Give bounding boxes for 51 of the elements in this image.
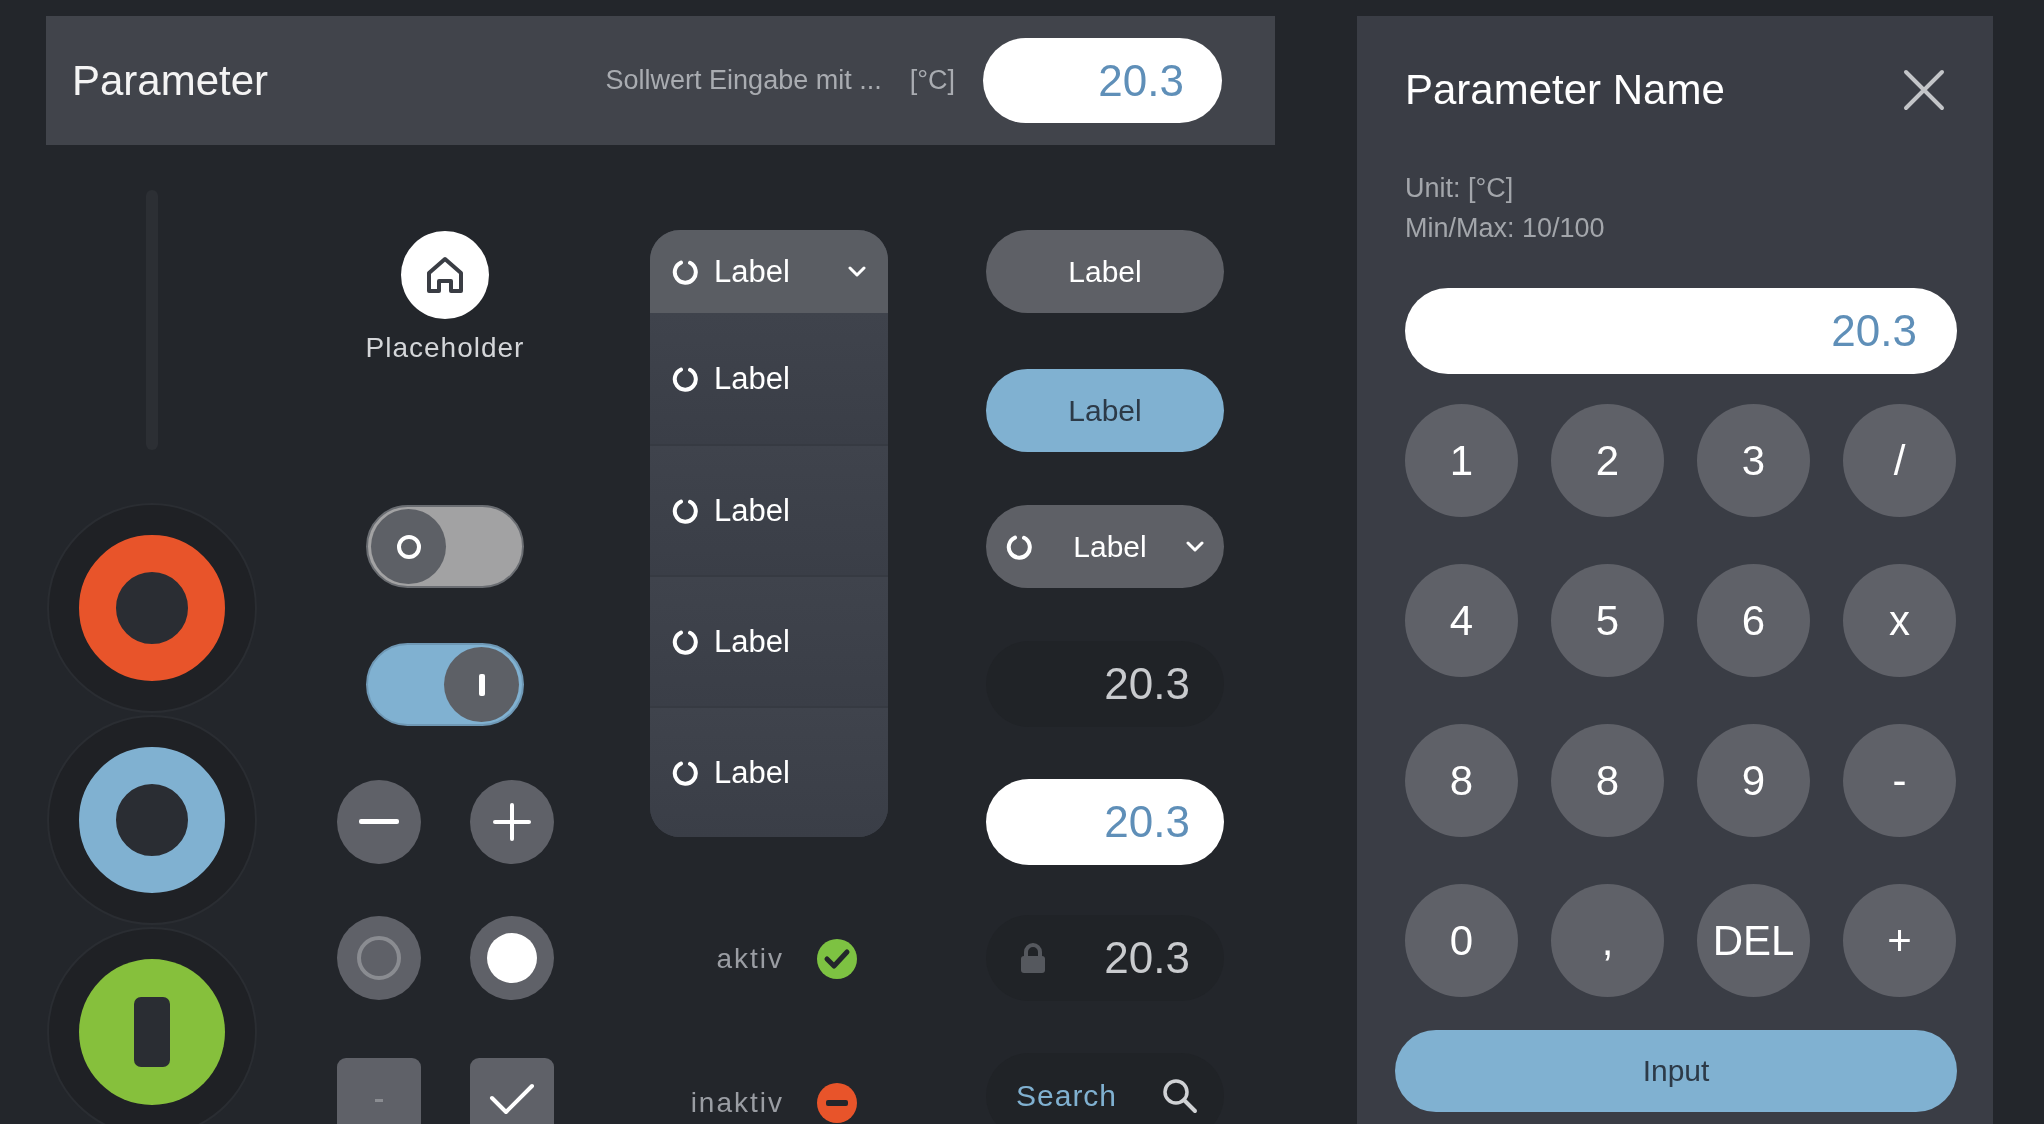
dropdown-item[interactable]: Label (650, 706, 888, 837)
value-field: 20.3 (986, 641, 1224, 727)
keypad-key[interactable]: 9 (1697, 724, 1810, 837)
keypad-key[interactable]: 6 (1697, 564, 1810, 677)
minus-icon (358, 819, 399, 825)
range-text: Min/Max: 10/100 (1405, 212, 1606, 245)
keypad-key[interactable]: 1 (1405, 404, 1518, 517)
value-field[interactable]: 20.3 (986, 779, 1224, 865)
keypad-key[interactable]: 5 (1551, 564, 1664, 677)
keypad-key[interactable]: - (1843, 724, 1956, 837)
status-label: aktiv (716, 943, 784, 975)
keypad-key[interactable]: 2 (1551, 404, 1664, 517)
keypad-key[interactable]: 8 (1405, 724, 1518, 837)
dropdown-item[interactable]: Label (650, 444, 888, 575)
keypad-key[interactable]: DEL (1697, 884, 1810, 997)
value-field[interactable]: 20.3 (1405, 288, 1957, 374)
keypad-key[interactable]: 3 (1697, 404, 1810, 517)
keypad-key[interactable]: / (1843, 404, 1956, 517)
plus-icon (492, 803, 531, 841)
keypad-key[interactable]: x (1843, 564, 1956, 677)
lock-icon (1020, 943, 1046, 973)
keypad-key[interactable]: 8 (1551, 724, 1664, 837)
unit-text: Unit: [°C] (1405, 172, 1515, 205)
label-button[interactable]: Label (986, 230, 1224, 313)
label-button[interactable]: Label (986, 369, 1224, 452)
keypad-key[interactable]: , (1551, 884, 1664, 997)
value-field[interactable]: 20.3 (983, 38, 1222, 123)
page-title: Parameter (72, 56, 270, 105)
home-label: Placeholder (365, 331, 525, 365)
close-icon (1903, 69, 1945, 111)
field-description: Sollwert Eingabe mit ... (605, 65, 882, 96)
checkbox[interactable] (469, 1058, 554, 1124)
select-button[interactable]: Label (986, 505, 1224, 588)
status-label: inaktiv (690, 1087, 784, 1119)
search-icon[interactable] (1162, 1078, 1198, 1114)
dropdown-item[interactable]: Label (650, 575, 888, 706)
keypad-key[interactable]: 0 (1405, 884, 1518, 997)
keypad-key[interactable]: 4 (1405, 564, 1518, 677)
dropdown-header[interactable]: Label (650, 230, 888, 313)
keypad-key[interactable]: + (1843, 884, 1956, 997)
bar-icon (478, 673, 485, 696)
chevron-down-icon[interactable] (848, 265, 866, 278)
input-button[interactable]: Input (1395, 1030, 1957, 1112)
dialog-title: Parameter Name (1405, 66, 1725, 114)
unit-label: [°C] (909, 65, 955, 96)
value-field: 20.3 (986, 915, 1224, 1001)
chevron-down-icon[interactable] (1186, 540, 1204, 553)
close-button[interactable] (1903, 69, 1945, 111)
checkbox[interactable] (336, 1058, 421, 1124)
search-field[interactable]: Search (986, 1053, 1224, 1124)
ring-icon (395, 533, 422, 560)
